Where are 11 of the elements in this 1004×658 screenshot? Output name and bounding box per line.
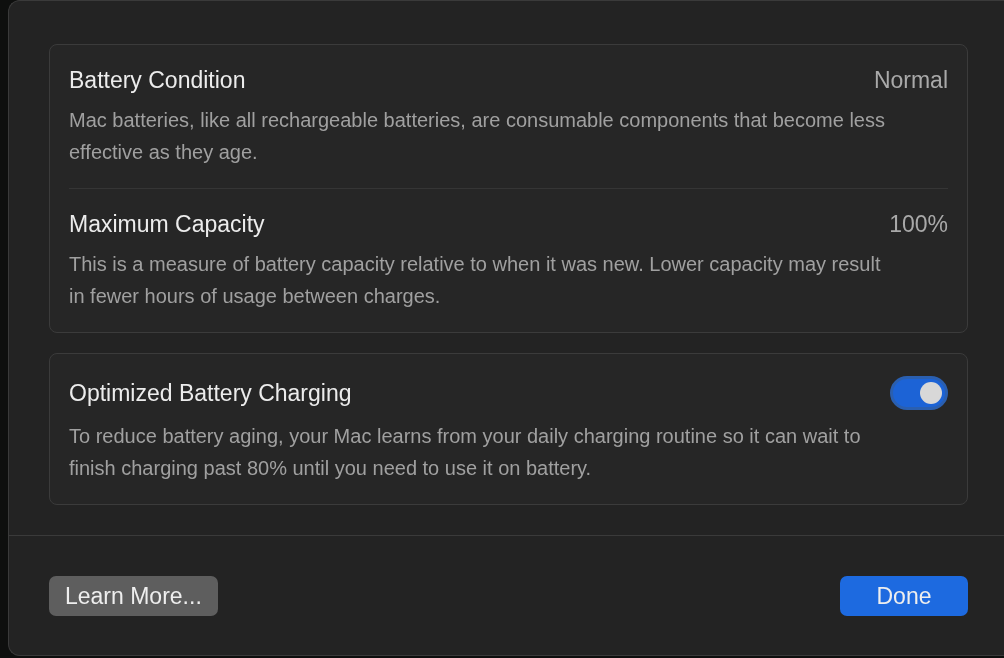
done-button[interactable]: Done (840, 576, 968, 616)
setting-value: 100% (889, 211, 948, 238)
setting-title: Optimized Battery Charging (69, 379, 352, 407)
setting-description: To reduce battery aging, your Mac learns from your daily charging routine so it can wait to finish charging past 80% until you need to use it on battery. (69, 424, 862, 481)
setting-value: Normal (873, 67, 948, 94)
setting-description: Mac batteries, like all rechargeable batteries, are consumable components that become less effective as they age. (69, 108, 886, 165)
learn-more-button[interactable]: Learn More... (49, 576, 218, 616)
toggle-switch[interactable] (890, 376, 948, 410)
setting-title: Battery Condition (69, 67, 246, 94)
setting-title: Maximum Capacity (69, 211, 265, 238)
setting-description: This is a measure of battery capacity relative to when it was new. Lower capacity may result in fewer hours of usage between charges. (69, 252, 882, 309)
